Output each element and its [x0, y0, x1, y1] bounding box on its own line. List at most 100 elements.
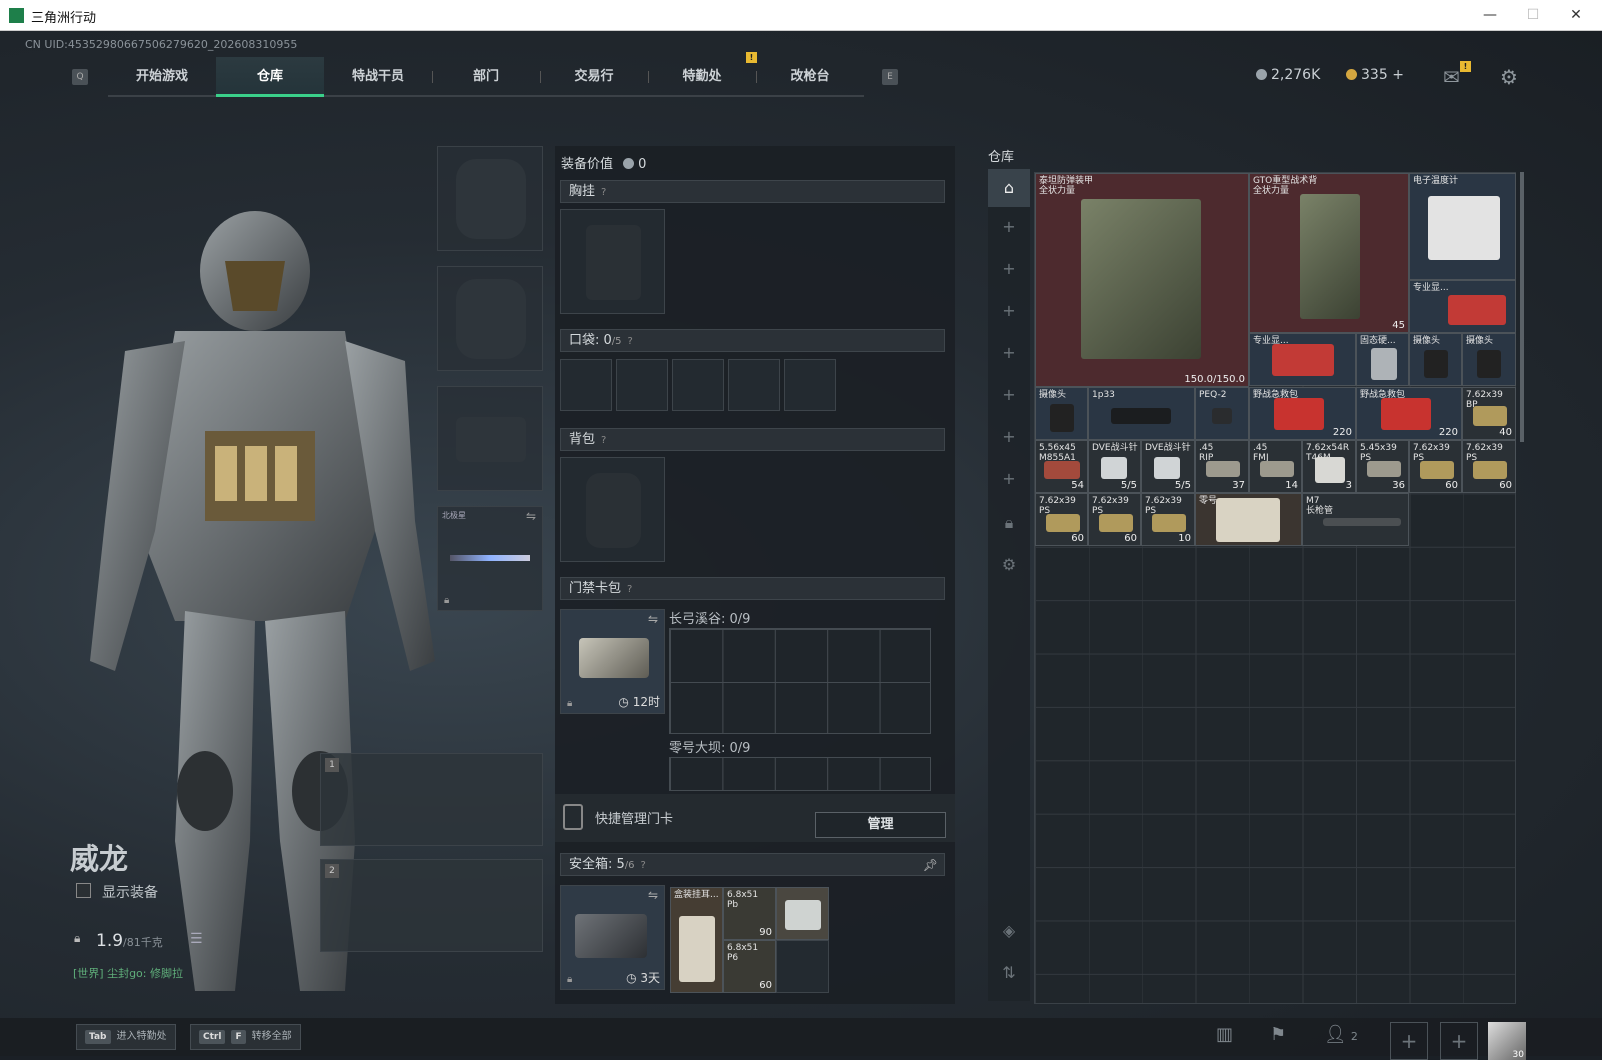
- storage-item[interactable]: 5.45x39 PS 36: [1356, 440, 1409, 493]
- storage-item[interactable]: 7.62x39 PS 60: [1088, 493, 1141, 546]
- tab-department[interactable]: 部门: [432, 57, 540, 97]
- storage-item[interactable]: 电子温度计: [1409, 173, 1516, 280]
- add-page-icon[interactable]: +: [988, 469, 1030, 488]
- storage-scrollbar[interactable]: [1520, 172, 1524, 442]
- ammo-item-icon: [1206, 461, 1240, 477]
- nav-next-key[interactable]: E: [882, 69, 898, 85]
- safe-item-2[interactable]: 6.8x51 Pb 90: [723, 887, 776, 940]
- stats-chart-icon[interactable]: ▥: [1216, 1024, 1233, 1045]
- storage-item[interactable]: .45 FMJ 14: [1249, 440, 1302, 493]
- help-icon[interactable]: ?: [641, 860, 646, 871]
- storage-item[interactable]: 1p33: [1088, 387, 1195, 440]
- keycard-grid-2[interactable]: [669, 757, 931, 791]
- add-page-icon[interactable]: +: [988, 259, 1030, 278]
- storage-item[interactable]: 5.56x45 M855A1 54: [1035, 440, 1088, 493]
- swap-icon[interactable]: ⇋: [648, 888, 658, 902]
- safebox-slot[interactable]: ⇋ 🔒︎ ◷ 3天: [560, 885, 665, 990]
- sort-icon[interactable]: ⇅: [988, 963, 1030, 982]
- keycard-grid-1[interactable]: [669, 628, 931, 734]
- add-page-icon[interactable]: +: [988, 343, 1030, 362]
- storage-item[interactable]: 专业显...: [1249, 333, 1356, 386]
- helmet-slot[interactable]: [437, 146, 543, 251]
- storage-item[interactable]: M7 长枪管: [1302, 493, 1409, 546]
- manage-button[interactable]: 管理: [815, 812, 946, 838]
- pocket-slot-1[interactable]: [560, 359, 612, 411]
- tab-warehouse[interactable]: 仓库: [216, 57, 324, 97]
- player-avatar[interactable]: 30: [1488, 1022, 1526, 1060]
- storage-item[interactable]: 泰坦防弹装甲 全状力量 150.0/150.0: [1035, 173, 1249, 387]
- storage-item[interactable]: 摄像头: [1462, 333, 1516, 386]
- storage-item[interactable]: 7.62x39 PS 60: [1409, 440, 1462, 493]
- enter-special-ops-button[interactable]: Tab 进入特勤处: [76, 1024, 176, 1050]
- storage-item[interactable]: 野战急救包 220: [1356, 387, 1462, 440]
- storage-item[interactable]: 专业显...: [1409, 280, 1516, 333]
- lock-icon[interactable]: 🔒︎: [988, 513, 1030, 533]
- swap-icon[interactable]: ⇋: [648, 612, 658, 626]
- flag-icon[interactable]: ⚑: [1270, 1024, 1286, 1045]
- invite-slot-2[interactable]: +: [1440, 1022, 1478, 1060]
- pocket-slot-4[interactable]: [728, 359, 780, 411]
- storage-item[interactable]: 摄像头: [1035, 387, 1088, 440]
- safe-empty-slot[interactable]: [776, 940, 829, 993]
- storage-item[interactable]: 7.62x39 PS 10: [1141, 493, 1195, 546]
- storage-home-icon[interactable]: ⌂: [988, 169, 1030, 207]
- mail-icon[interactable]: ✉: [1443, 65, 1460, 89]
- invite-slot-1[interactable]: +: [1390, 1022, 1428, 1060]
- storage-item[interactable]: PEQ-2: [1195, 387, 1249, 440]
- melee-slot[interactable]: 北极星 ⇋ 🔒︎: [437, 506, 543, 611]
- storage-item[interactable]: 摄像头: [1409, 333, 1462, 386]
- pocket-slot-2[interactable]: [616, 359, 668, 411]
- storage-item[interactable]: 7.62x54R T46M3: [1302, 440, 1356, 493]
- safe-item-1[interactable]: 盒装挂耳...: [670, 887, 723, 993]
- storage-item[interactable]: GTO重型战术背 全状力量 45: [1249, 173, 1409, 333]
- backpack-slot[interactable]: [560, 457, 665, 562]
- add-page-icon[interactable]: +: [988, 301, 1030, 320]
- armor-slot[interactable]: [437, 266, 543, 371]
- tab-gunsmith[interactable]: 改枪台: [756, 57, 864, 97]
- pocket-slot-3[interactable]: [672, 359, 724, 411]
- add-page-icon[interactable]: +: [988, 385, 1030, 404]
- primary-weapon-slot-1[interactable]: 1: [320, 753, 543, 846]
- help-icon[interactable]: ?: [628, 336, 633, 347]
- storage-item[interactable]: 固态硬...: [1356, 333, 1409, 386]
- tab-special-ops[interactable]: 特勤处: [648, 57, 756, 97]
- storage-item[interactable]: 零号...: [1195, 493, 1302, 546]
- pin-icon[interactable]: 📌︎: [923, 854, 938, 876]
- show-equipment-checkbox[interactable]: [76, 883, 91, 898]
- list-icon[interactable]: ☰: [190, 931, 203, 947]
- storage-item[interactable]: DVE战斗针 5/5: [1141, 440, 1195, 493]
- pocket-slot-5[interactable]: [784, 359, 836, 411]
- minimize-button[interactable]: —: [1470, 4, 1510, 26]
- add-currency-button[interactable]: +: [1392, 67, 1404, 83]
- add-page-icon[interactable]: +: [988, 217, 1030, 236]
- swap-icon[interactable]: ⇋: [526, 509, 536, 523]
- primary-weapon-slot-2[interactable]: 2: [320, 859, 543, 952]
- add-page-icon[interactable]: +: [988, 427, 1030, 446]
- chest-rig-slot[interactable]: [560, 209, 665, 314]
- layers-icon[interactable]: ◈: [988, 921, 1030, 940]
- safe-item-4[interactable]: 6.8x51 P6 60: [723, 940, 776, 993]
- tab-trade[interactable]: 交易行: [540, 57, 648, 97]
- safe-item-3[interactable]: [776, 887, 829, 940]
- tab-operators[interactable]: 特战干员: [324, 57, 432, 97]
- storage-grid[interactable]: 泰坦防弹装甲 全状力量 150.0/150.0 GTO重型战术背 全状力量 45 电…: [1034, 172, 1516, 1004]
- close-button[interactable]: ✕: [1556, 4, 1596, 26]
- keycard-case-slot[interactable]: ⇋ 🔒︎ ◷ 12时: [560, 609, 665, 714]
- maximize-button[interactable]: ☐: [1513, 4, 1553, 26]
- storage-item[interactable]: 7.62x39 PS 60: [1035, 493, 1088, 546]
- storage-item[interactable]: 野战急救包 220: [1249, 387, 1356, 440]
- storage-item[interactable]: .45 RIP 37: [1195, 440, 1249, 493]
- storage-item[interactable]: DVE战斗针 5/5: [1088, 440, 1141, 493]
- tab-start-game[interactable]: 开始游戏: [108, 57, 216, 97]
- help-icon[interactable]: ?: [601, 187, 606, 198]
- storage-item[interactable]: 7.62x39 BP 40: [1462, 387, 1516, 440]
- team-icon[interactable]: 👤︎ 2: [1324, 1024, 1358, 1045]
- nav-prev-key[interactable]: Q: [72, 69, 88, 85]
- help-icon[interactable]: ?: [627, 584, 632, 595]
- storage-item[interactable]: 7.62x39 PS 60: [1462, 440, 1516, 493]
- pistol-slot[interactable]: [437, 386, 543, 491]
- transfer-all-button[interactable]: Ctrl F 转移全部: [190, 1024, 301, 1050]
- help-icon[interactable]: ?: [601, 435, 606, 446]
- settings-gear-icon[interactable]: ⚙: [1500, 65, 1518, 89]
- settings-gear-icon[interactable]: ⚙: [988, 555, 1030, 574]
